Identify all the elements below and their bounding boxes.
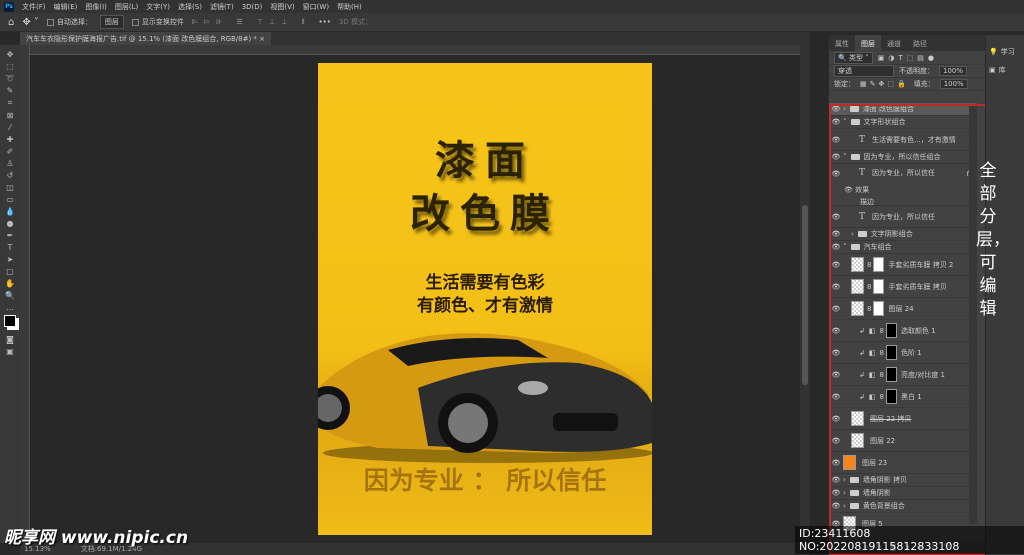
move-tool-icon[interactable]: ✥ bbox=[7, 50, 14, 59]
menu-layer[interactable]: 图层(L) bbox=[115, 2, 138, 12]
eyedropper-icon[interactable]: ⁄ bbox=[9, 123, 10, 132]
highlight-box bbox=[829, 104, 987, 555]
menu-filter[interactable]: 滤镜(T) bbox=[210, 2, 234, 12]
gradient-icon[interactable]: ▭ bbox=[6, 195, 14, 204]
filter-label: 类型 bbox=[848, 53, 863, 62]
library-label: 库 bbox=[998, 66, 1006, 74]
menu-bar: Ps 文件(F) 编辑(E) 图像(I) 图层(L) 文字(Y) 选择(S) 滤… bbox=[0, 0, 1024, 13]
learn-panel-button[interactable]: 💡 学习 bbox=[986, 43, 1024, 61]
marquee-tool-icon[interactable]: ⬚ bbox=[6, 62, 14, 71]
menu-help[interactable]: 帮助(H) bbox=[337, 2, 362, 12]
poster-title-line1: 漆面 bbox=[435, 137, 535, 184]
sports-car-image bbox=[318, 333, 652, 463]
quick-mask-icon[interactable]: ◙ bbox=[6, 335, 14, 344]
menu-3d[interactable]: 3D(D) bbox=[242, 3, 263, 11]
more-tools-icon[interactable]: … bbox=[6, 303, 14, 312]
lock-icons[interactable]: ▦✎✥⬚🔒 bbox=[860, 80, 909, 88]
lock-label: 锁定： bbox=[834, 80, 855, 88]
lasso-tool-icon[interactable]: ➰ bbox=[5, 74, 15, 83]
dodge-icon[interactable]: ● bbox=[7, 219, 14, 228]
healing-brush-icon[interactable]: ✚ bbox=[7, 135, 14, 144]
photoshop-logo[interactable]: Ps bbox=[4, 1, 14, 12]
auto-select-checkbox[interactable]: 自动选择： bbox=[46, 17, 92, 27]
shape-tool-icon[interactable]: ▢ bbox=[6, 267, 14, 276]
menu-window[interactable]: 窗口(W) bbox=[303, 2, 329, 12]
menu-edit[interactable]: 编辑(E) bbox=[54, 2, 78, 12]
more-icon[interactable]: ••• bbox=[319, 18, 331, 26]
vertical-ruler bbox=[20, 45, 30, 543]
color-swatches-icon[interactable] bbox=[4, 315, 16, 327]
menu-select[interactable]: 选择(S) bbox=[178, 2, 202, 12]
menu-type[interactable]: 文字(Y) bbox=[146, 2, 170, 12]
opacity-label: 不透明度： bbox=[899, 67, 934, 75]
options-bar: ⌂ ✥ ˅ 自动选择： 图层 显示变换控件 ⊫⊨⊪ ☰ ⊤⊥⊥ ⦀ ••• 3D… bbox=[0, 13, 1024, 32]
library-icon: ▣ bbox=[989, 66, 996, 74]
menu-view[interactable]: 视图(V) bbox=[270, 2, 294, 12]
watermark-id: ID:23411608 NO:20220819115812833108 bbox=[795, 526, 1024, 554]
brush-tool-icon[interactable]: ✐ bbox=[7, 147, 14, 156]
home-icon[interactable]: ⌂ bbox=[8, 17, 14, 28]
poster-slogan-line1: 生活需要有色彩 bbox=[425, 273, 545, 293]
auto-select-dropdown[interactable]: 图层 bbox=[99, 15, 124, 29]
filter-icons[interactable]: ▣◑T⬚▤● bbox=[878, 54, 938, 62]
blur-icon[interactable]: 💧 bbox=[5, 207, 15, 216]
annotation-text: 全部分层，可编辑 bbox=[976, 161, 1010, 319]
menu-file[interactable]: 文件(F) bbox=[22, 2, 46, 12]
horizontal-ruler bbox=[30, 45, 800, 55]
show-transform-checkbox[interactable]: 显示变换控件 bbox=[131, 17, 184, 27]
eraser-icon[interactable]: ◫ bbox=[6, 183, 14, 192]
move-tool-icon[interactable]: ✥ ˅ bbox=[22, 17, 39, 28]
canvas-vertical-scrollbar[interactable] bbox=[800, 45, 810, 543]
poster-bottom-slogan: 因为专业 ： 所以信任 bbox=[363, 466, 607, 495]
lightbulb-icon: 💡 bbox=[989, 48, 998, 56]
watermark-logo: 昵享网 www.nipic.cn bbox=[4, 528, 189, 548]
zoom-tool-icon[interactable]: 🔍 bbox=[5, 291, 15, 300]
frame-tool-icon[interactable]: ⊠ bbox=[7, 111, 14, 120]
auto-select-label: 自动选择： bbox=[56, 18, 92, 26]
show-transform-label: 显示变换控件 bbox=[141, 18, 184, 26]
opacity-input[interactable]: 100% bbox=[939, 66, 968, 76]
document-tab[interactable]: 汽车车衣隐形保护膜海报广告.tif @ 15.1% (漆面 改色膜组合, RGB… bbox=[20, 32, 272, 45]
document-tab-bar: 汽车车衣隐形保护膜海报广告.tif @ 15.1% (漆面 改色膜组合, RGB… bbox=[20, 32, 810, 45]
history-brush-icon[interactable]: ↺ bbox=[7, 171, 14, 180]
document-title: 汽车车衣隐形保护膜海报广告.tif @ 15.1% (漆面 改色膜组合, RGB… bbox=[26, 35, 257, 43]
scrollbar-thumb[interactable] bbox=[802, 205, 808, 385]
crop-tool-icon[interactable]: ⌗ bbox=[8, 98, 13, 108]
hand-tool-icon[interactable]: ✋ bbox=[5, 279, 15, 288]
fill-label: 填充： bbox=[913, 80, 935, 88]
learn-label: 学习 bbox=[1000, 48, 1015, 56]
quick-select-icon[interactable]: ✎ bbox=[7, 86, 14, 95]
poster-title-line2: 改色膜 bbox=[410, 190, 560, 237]
tools-panel: ✥ ⬚ ➰ ✎ ⌗ ⊠ ⁄ ✚ ✐ ♙ ↺ ◫ ▭ 💧 ● ✒ T ➤ ▢ ✋ … bbox=[0, 45, 20, 543]
library-panel-button[interactable]: ▣ 库 bbox=[986, 61, 1024, 79]
close-tab-icon[interactable]: × bbox=[259, 35, 265, 43]
tab-channels[interactable]: 通道 bbox=[881, 35, 907, 51]
layer-filter-dropdown[interactable]: 🔍 类型 ˅ bbox=[834, 51, 873, 64]
tab-paths[interactable]: 路径 bbox=[907, 35, 933, 51]
3d-mode-label: 3D 模式： bbox=[338, 18, 373, 26]
poster-slogan-line2: 有颜色、才有激情 bbox=[417, 296, 553, 316]
tab-properties[interactable]: 属性 bbox=[829, 35, 855, 51]
align-icons[interactable]: ⊫⊨⊪ ☰ ⊤⊥⊥ ⦀ bbox=[192, 18, 311, 27]
stamp-tool-icon[interactable]: ♙ bbox=[6, 159, 13, 168]
type-tool-icon[interactable]: T bbox=[8, 243, 13, 252]
screen-mode-icon[interactable]: ▣ bbox=[6, 347, 14, 356]
path-select-icon[interactable]: ➤ bbox=[7, 255, 14, 264]
tab-layers[interactable]: 图层 bbox=[855, 35, 881, 51]
fill-input[interactable]: 100% bbox=[939, 79, 968, 89]
menu-image[interactable]: 图像(I) bbox=[85, 2, 107, 12]
blend-mode-dropdown[interactable]: 穿透 bbox=[834, 65, 894, 77]
pen-tool-icon[interactable]: ✒ bbox=[7, 231, 14, 240]
poster-canvas[interactable]: 漆面 改色膜 生活需要有色彩 有颜色、才有激情 因为专业 ： 所以信任 bbox=[318, 63, 652, 535]
